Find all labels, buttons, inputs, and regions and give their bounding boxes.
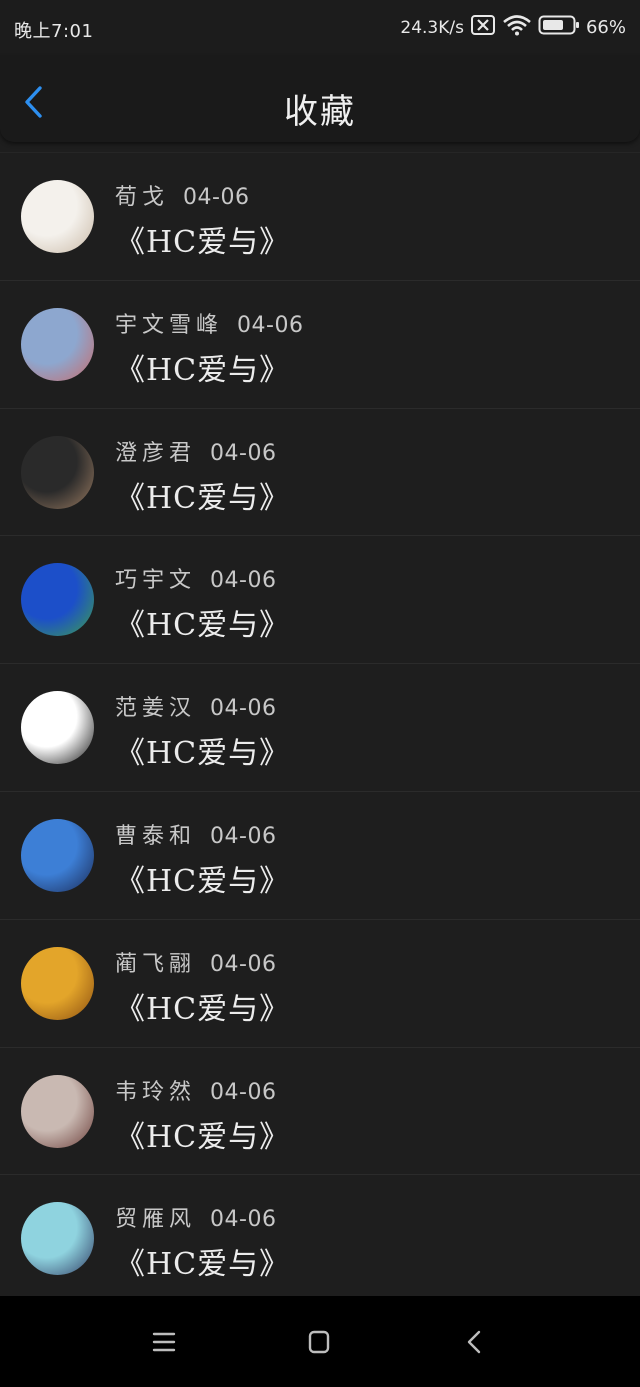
user-name-text: 荀戈: [115, 185, 170, 210]
list-item[interactable]: 宇文雪峰 04-06 《HC爱与》: [0, 279, 640, 408]
home-square-icon: [308, 1330, 330, 1354]
item-date: 04-06: [210, 823, 277, 849]
item-date: 04-06: [210, 696, 277, 722]
item-date: 04-06: [210, 440, 277, 466]
item-title[interactable]: 《HC爱与》: [115, 984, 290, 1028]
list-item[interactable]: 范姜汉 04-06 《HC爱与》: [0, 663, 640, 791]
user-name: 韦玲然 04-06: [115, 1074, 276, 1106]
status-icons: 24.3K/s 66%: [400, 14, 626, 41]
favorites-list: 荀戈 04-06 《HC爱与》 宇文雪峰 04-06 《HC爱与》 澄彦君 04-06 《HC爱…: [0, 152, 640, 1302]
list-item[interactable]: 蔺飞翮 04-06 《HC爱与》: [0, 918, 640, 1047]
user-name-text: 巧宇文: [115, 568, 197, 594]
item-date: 04-06: [210, 951, 277, 977]
item-title[interactable]: 《HC爱与》: [115, 1239, 290, 1283]
user-name-text: 蔺飞翮: [115, 951, 197, 977]
avatar[interactable]: [21, 818, 94, 892]
user-name: 贸雁风 04-06: [115, 1201, 276, 1233]
list-item[interactable]: 曹泰和 04-06 《HC爱与》: [0, 790, 640, 919]
battery-icon: [538, 14, 580, 41]
item-title[interactable]: 《HC爱与》: [115, 217, 290, 261]
user-name: 宇文雪峰 04-06: [115, 307, 303, 339]
user-name: 蔺飞翮 04-06: [115, 946, 276, 978]
user-name-text: 韦玲然: [115, 1079, 197, 1105]
avatar[interactable]: [21, 1074, 94, 1148]
item-date: 04-06: [210, 1207, 277, 1233]
user-name-text: 宇文雪峰: [115, 312, 224, 338]
battery-level: 66%: [585, 17, 626, 38]
list-item[interactable]: 荀戈 04-06 《HC爱与》: [0, 152, 640, 280]
user-name-text: 澄彦君: [115, 440, 197, 466]
item-title[interactable]: 《HC爱与》: [115, 1112, 290, 1156]
avatar[interactable]: [21, 563, 94, 637]
item-title[interactable]: 《HC爱与》: [115, 345, 290, 389]
list-item[interactable]: 韦玲然 04-06 《HC爱与》: [0, 1046, 640, 1175]
item-date: 04-06: [210, 1079, 277, 1105]
avatar[interactable]: [21, 691, 94, 765]
user-name: 澄彦君 04-06: [115, 435, 276, 467]
user-name-text: 贸雁风: [115, 1207, 197, 1233]
item-date: 04-06: [237, 312, 304, 338]
item-title[interactable]: 《HC爱与》: [115, 600, 290, 644]
avatar[interactable]: [21, 946, 94, 1020]
user-name-text: 曹泰和: [115, 823, 197, 849]
wifi-icon: [502, 14, 532, 41]
item-title[interactable]: 《HC爱与》: [115, 473, 290, 517]
avatar[interactable]: [21, 307, 94, 381]
list-item[interactable]: 澄彦君 04-06 《HC爱与》: [0, 407, 640, 536]
home-button[interactable]: [301, 1324, 337, 1360]
avatar[interactable]: [21, 1202, 94, 1276]
list-item[interactable]: 贸雁风 04-06 《HC爱与》: [0, 1174, 640, 1302]
user-name-text: 范姜汉: [115, 696, 197, 722]
menu-button[interactable]: [146, 1324, 182, 1360]
net-speed: 24.3K/s: [400, 17, 464, 38]
status-time: 晚上7:01: [14, 21, 94, 42]
item-title[interactable]: 《HC爱与》: [115, 728, 290, 772]
nav-back-icon: [467, 1330, 481, 1354]
item-title[interactable]: 《HC爱与》: [115, 856, 290, 900]
item-date: 04-06: [210, 568, 277, 594]
user-name: 范姜汉 04-06: [115, 690, 276, 722]
user-name: 曹泰和 04-06: [115, 818, 276, 850]
user-name: 荀戈 04-06: [115, 179, 249, 211]
app-header: 收藏: [0, 56, 640, 142]
no-sim-icon: [470, 14, 496, 41]
avatar[interactable]: [21, 435, 94, 509]
page-title: 收藏: [284, 92, 356, 132]
avatar[interactable]: [21, 180, 94, 253]
menu-icon: [152, 1332, 176, 1352]
status-bar: 晚上7:01 24.3K/s 66%: [0, 0, 640, 56]
user-name: 巧宇文 04-06: [115, 562, 276, 594]
item-date: 04-06: [183, 185, 250, 210]
list-item[interactable]: 巧宇文 04-06 《HC爱与》: [0, 535, 640, 663]
nav-back-button[interactable]: [457, 1324, 493, 1360]
system-nav-bar: [0, 1296, 640, 1387]
